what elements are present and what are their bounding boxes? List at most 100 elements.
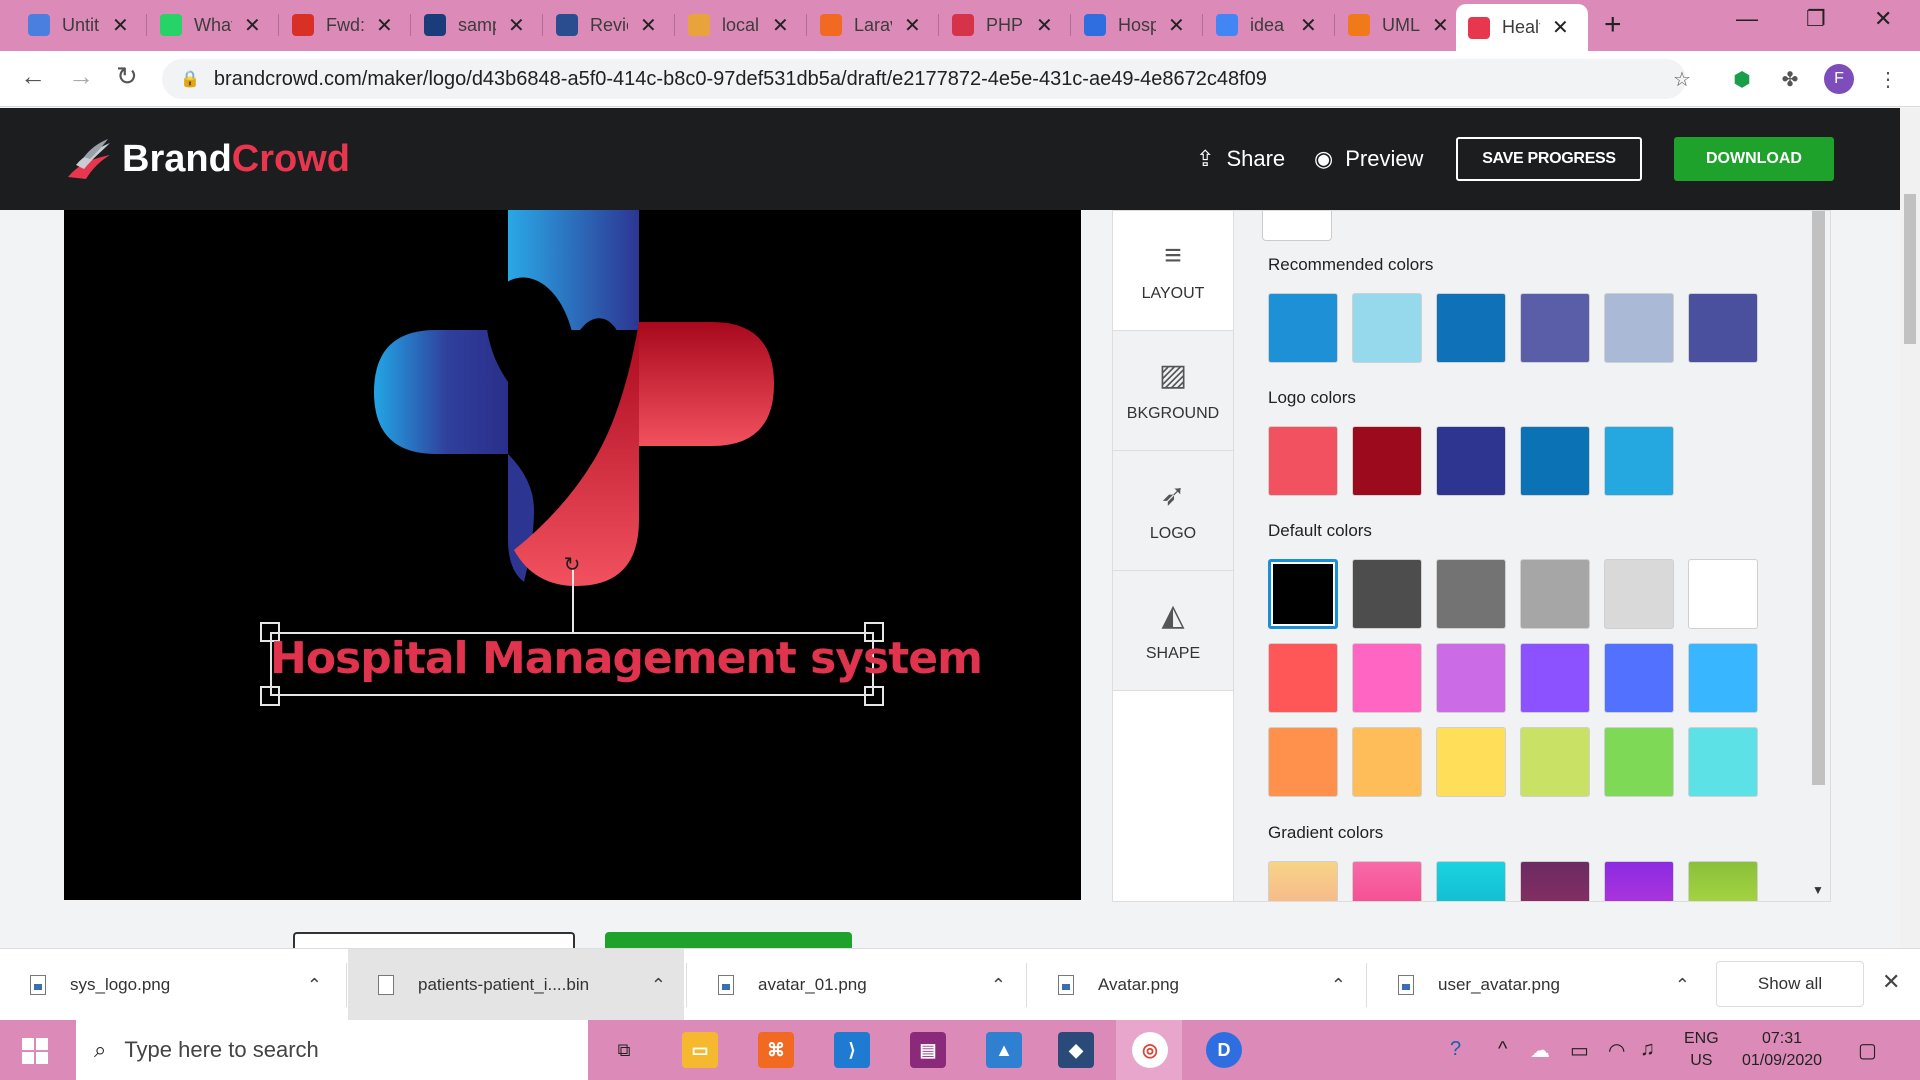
default-color-swatch[interactable]	[1688, 727, 1758, 797]
new-tab-button[interactable]: +	[1604, 8, 1622, 42]
help-icon[interactable]: ?	[1450, 1038, 1461, 1061]
browser-tab[interactable]: localhost ✕	[676, 5, 804, 45]
default-color-swatch[interactable]	[1604, 559, 1674, 629]
logo-canvas[interactable]: ↻ Hospital Management system	[64, 210, 1081, 900]
default-color-swatch[interactable]	[1604, 727, 1674, 797]
task-view-icon[interactable]: ⧉	[606, 1032, 642, 1068]
onedrive-icon[interactable]: ☁	[1530, 1038, 1550, 1063]
extensions-puzzle-icon[interactable]: ✤	[1776, 65, 1804, 93]
preview-button[interactable]: ◉ Preview	[1314, 146, 1423, 172]
default-color-swatch[interactable]	[1352, 643, 1422, 713]
close-window-icon[interactable]: ✕	[1874, 6, 1892, 32]
close-tab-icon[interactable]: ✕	[376, 13, 393, 38]
download-item[interactable]: patients-patient_i....bin ⌃	[348, 949, 684, 1021]
recommended-color-swatch[interactable]	[1268, 293, 1338, 363]
minimize-icon[interactable]: —	[1736, 6, 1758, 32]
volume-icon[interactable]: ♫	[1640, 1038, 1655, 1061]
colors-scrollbar-thumb[interactable]	[1812, 211, 1825, 785]
wifi-icon[interactable]: ◠	[1608, 1038, 1625, 1063]
page-scrollbar[interactable]	[1900, 108, 1920, 948]
gradient-color-swatch[interactable]	[1520, 861, 1590, 901]
brandcrowd-logo[interactable]: Brand Crowd	[64, 138, 350, 181]
show-all-downloads-button[interactable]: Show all	[1716, 961, 1864, 1007]
notifications-icon[interactable]: ▢	[1858, 1038, 1877, 1063]
default-color-swatch[interactable]	[1688, 643, 1758, 713]
chevron-up-icon[interactable]: ⌃	[1331, 975, 1346, 996]
rotate-icon[interactable]: ↻	[561, 554, 583, 576]
default-color-swatch[interactable]	[1436, 727, 1506, 797]
recommended-color-swatch[interactable]	[1436, 293, 1506, 363]
back-icon[interactable]: ←	[20, 61, 46, 92]
windows-start-icon[interactable]	[22, 1038, 48, 1064]
default-color-swatch[interactable]	[1268, 643, 1338, 713]
browser-tab[interactable]: Hospital ✕	[1072, 5, 1200, 45]
browser-tab[interactable]: Review ✕	[544, 5, 672, 45]
default-color-swatch[interactable]	[1352, 559, 1422, 629]
extension-shield-icon[interactable]: ⬢	[1728, 65, 1756, 93]
download-item[interactable]: Avatar.png ⌃	[1028, 949, 1364, 1021]
close-tab-icon[interactable]: ✕	[1036, 13, 1053, 38]
logo-color-swatch[interactable]	[1604, 426, 1674, 496]
default-color-swatch[interactable]	[1268, 559, 1338, 629]
chevron-up-icon[interactable]: ⌃	[307, 975, 322, 996]
language-indicator[interactable]: ENG US	[1684, 1030, 1719, 1070]
default-color-swatch[interactable]	[1436, 559, 1506, 629]
restore-icon[interactable]: ❐	[1806, 6, 1826, 32]
close-tab-icon[interactable]: ✕	[904, 13, 921, 38]
default-color-swatch[interactable]	[1520, 559, 1590, 629]
logo-color-swatch[interactable]	[1436, 426, 1506, 496]
custom-color-button[interactable]	[1262, 211, 1332, 241]
app-d-icon[interactable]: D	[1206, 1032, 1242, 1068]
browser-tab[interactable]: idea ✕	[1204, 5, 1332, 45]
recommended-color-swatch[interactable]	[1604, 293, 1674, 363]
default-color-swatch[interactable]	[1352, 727, 1422, 797]
address-bar[interactable]: 🔒 brandcrowd.com/maker/logo/d43b6848-a5f…	[162, 59, 1686, 99]
default-color-swatch[interactable]	[1436, 643, 1506, 713]
chevron-up-icon[interactable]: ⌃	[1675, 975, 1690, 996]
close-tab-icon[interactable]: ✕	[1552, 15, 1569, 40]
close-shelf-icon[interactable]: ✕	[1882, 969, 1900, 995]
forward-icon[interactable]: →	[68, 61, 94, 92]
file-explorer-icon[interactable]: ▭	[682, 1032, 718, 1068]
chevron-up-icon[interactable]: ⌃	[991, 975, 1006, 996]
logo-text[interactable]: Hospital Management system	[270, 633, 983, 684]
recommended-color-swatch[interactable]	[1520, 293, 1590, 363]
default-color-swatch[interactable]	[1688, 559, 1758, 629]
photos-icon[interactable]: ▲	[986, 1032, 1022, 1068]
recommended-color-swatch[interactable]	[1352, 293, 1422, 363]
close-tab-icon[interactable]: ✕	[1432, 13, 1449, 38]
close-tab-icon[interactable]: ✕	[508, 13, 525, 38]
star-icon[interactable]: ☆	[1668, 65, 1696, 93]
taskbar-search[interactable]: ⌕ Type here to search	[76, 1020, 588, 1080]
close-tab-icon[interactable]: ✕	[244, 13, 261, 38]
default-color-swatch[interactable]	[1520, 643, 1590, 713]
close-tab-icon[interactable]: ✕	[1300, 13, 1317, 38]
reload-icon[interactable]: ↻	[116, 61, 138, 92]
close-tab-icon[interactable]: ✕	[640, 13, 657, 38]
browser-tab[interactable]: UML ✕	[1336, 5, 1464, 45]
close-tab-icon[interactable]: ✕	[112, 13, 129, 38]
tray-chevron-up-icon[interactable]: ^	[1498, 1038, 1507, 1061]
close-tab-icon[interactable]: ✕	[772, 13, 789, 38]
browser-tab[interactable]: WhatsApp ✕	[148, 5, 276, 45]
resize-handle-bottom-left[interactable]	[260, 686, 280, 706]
download-item[interactable]: sys_logo.png ⌃	[0, 949, 340, 1021]
default-color-swatch[interactable]	[1520, 727, 1590, 797]
share-button[interactable]: ⇪ Share	[1196, 146, 1285, 172]
logo-color-swatch[interactable]	[1520, 426, 1590, 496]
scroll-down-arrow-icon[interactable]: ▼	[1812, 883, 1824, 897]
gradient-color-swatch[interactable]	[1268, 861, 1338, 901]
default-color-swatch[interactable]	[1604, 643, 1674, 713]
browser-tab[interactable]: Health ✕	[1456, 4, 1588, 51]
browser-tab[interactable]: Fwd: ✕	[280, 5, 408, 45]
profile-avatar[interactable]: F	[1824, 64, 1854, 94]
resize-handle-bottom-right[interactable]	[864, 686, 884, 706]
xampp-icon[interactable]: ⌘	[758, 1032, 794, 1068]
browser-tab[interactable]: Untitled ✕	[16, 5, 144, 45]
clock[interactable]: 07:31 01/09/2020	[1736, 1030, 1828, 1070]
logo-color-swatch[interactable]	[1352, 426, 1422, 496]
download-button[interactable]: DOWNLOAD	[1674, 137, 1834, 181]
tool-logo[interactable]: ➶ LOGO	[1113, 451, 1233, 571]
gradient-color-swatch[interactable]	[1436, 861, 1506, 901]
menu-kebab-icon[interactable]: ⋮	[1874, 65, 1902, 93]
